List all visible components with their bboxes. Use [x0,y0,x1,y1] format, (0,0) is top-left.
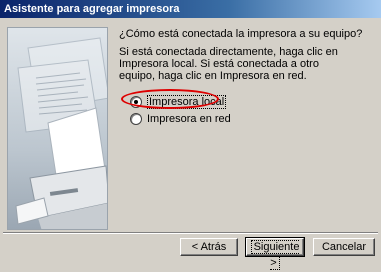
cancel-button-label: Cancelar [321,241,367,253]
next-button[interactable]: Siguiente > [245,237,305,270]
title-bar[interactable]: Asistente para agregar impresora [0,0,381,18]
cancel-button[interactable]: Cancelar [313,238,375,256]
next-button-label: Siguiente > [250,240,300,270]
wizard-illustration [7,27,108,230]
window-title: Asistente para agregar impresora [4,3,180,15]
back-button-label: < Atrás [191,241,227,253]
connection-question: ¿Cómo está conectada la impresora a su e… [119,28,363,40]
network-printer-radio[interactable] [130,113,142,125]
connection-instructions: Si está conectada directamente, haga cli… [119,46,338,82]
back-button[interactable]: < Atrás [180,238,238,256]
button-separator [3,232,378,234]
option-network-printer[interactable]: Impresora en red [130,113,231,125]
network-printer-label[interactable]: Impresora en red [147,113,231,125]
highlight-ellipse [121,89,219,109]
